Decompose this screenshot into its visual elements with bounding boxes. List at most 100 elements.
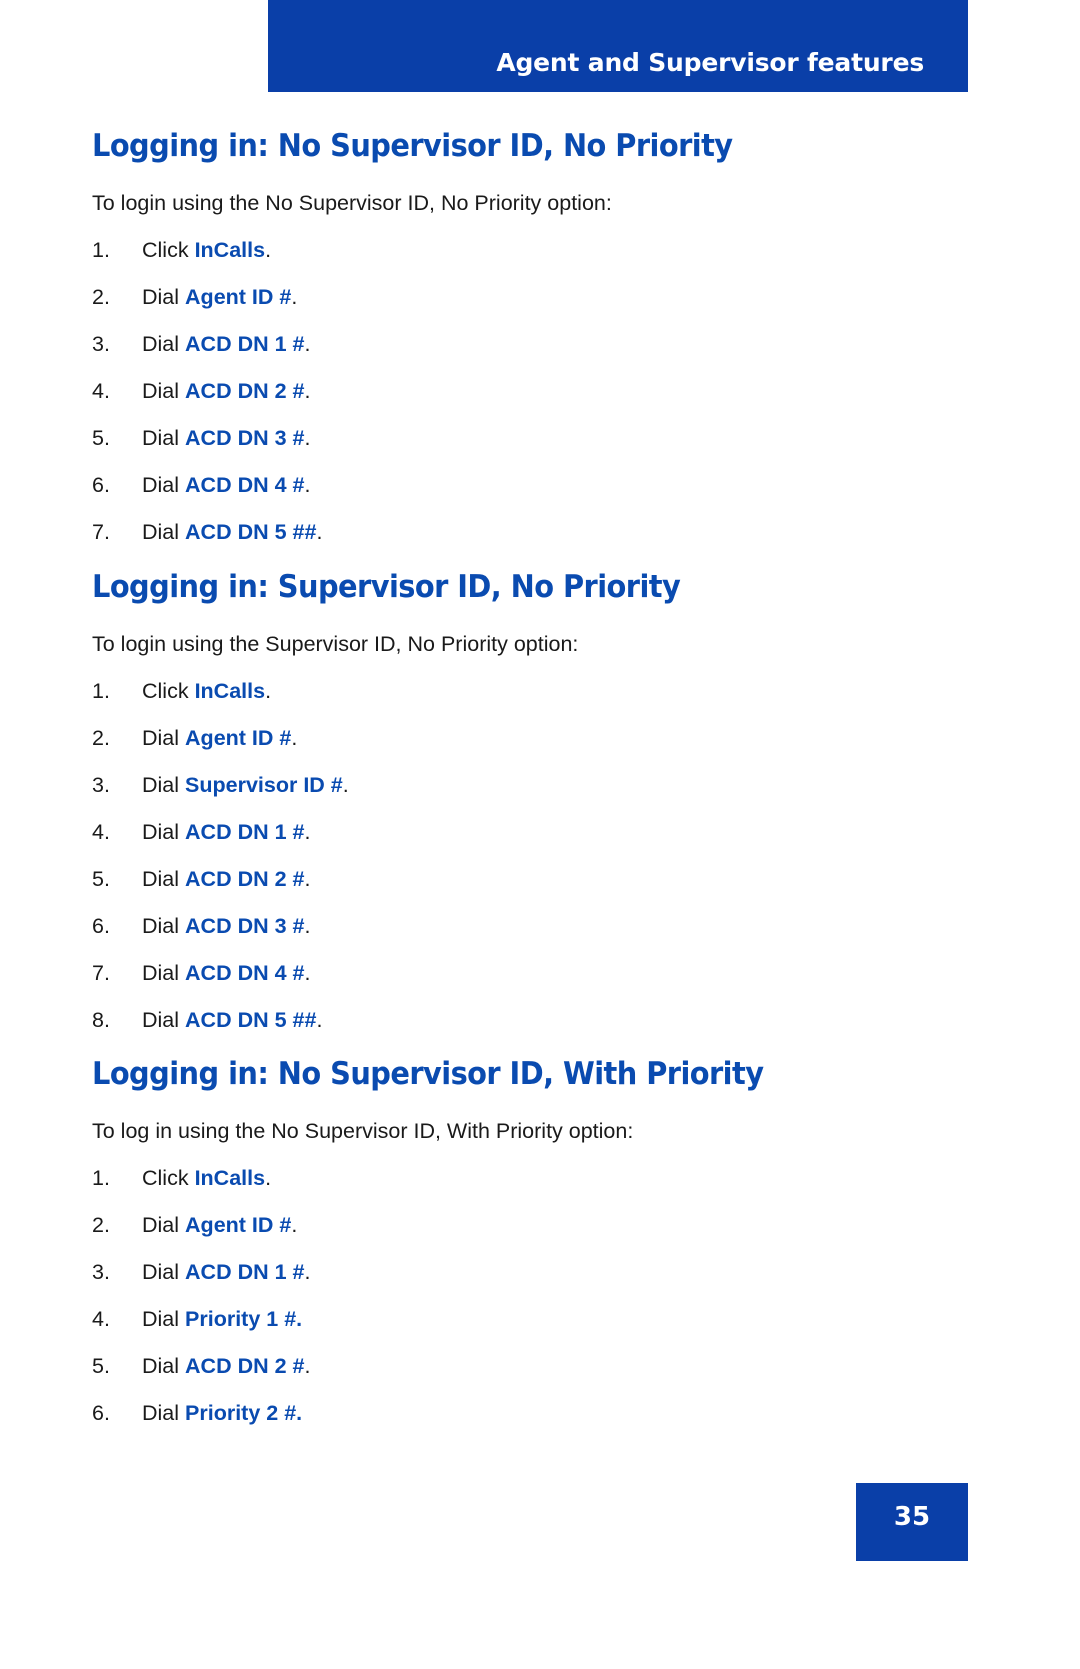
step-key-term: InCalls	[194, 1166, 266, 1190]
step-action-verb: Click	[142, 238, 189, 262]
step-number: 5.	[92, 1354, 110, 1378]
section-heading: Logging in: No Supervisor ID, No Priorit…	[92, 128, 733, 164]
section-supervisor-no-priority: Logging in: Supervisor ID, No Priority T…	[92, 569, 725, 1055]
step-action-verb: Click	[142, 679, 189, 703]
step-key-term: ACD DN 1 #	[185, 332, 305, 356]
step-action-verb: Dial	[142, 726, 180, 750]
footer-page-number-box: 35	[856, 1483, 968, 1561]
section-intro-paragraph: To login using the No Supervisor ID, No …	[92, 191, 612, 215]
step-period: .	[304, 473, 311, 497]
step-action-verb: Dial	[142, 1354, 180, 1378]
step-key-term: ACD DN 1 #	[185, 1260, 305, 1284]
step-period: .	[304, 332, 311, 356]
step-key-term: Agent ID #	[185, 285, 292, 309]
list-item: 7. Dial ACD DN 4 #.	[92, 961, 725, 986]
step-period: .	[265, 1166, 272, 1190]
step-period: .	[304, 1354, 311, 1378]
list-item: 3. Dial ACD DN 1 #.	[92, 332, 781, 357]
step-action-verb: Dial	[142, 1008, 180, 1032]
list-item: 1. Click InCalls.	[92, 679, 725, 704]
step-key-term: ACD DN 5 ##	[185, 1008, 317, 1032]
step-number: 6.	[92, 1401, 110, 1425]
step-period: .	[316, 1008, 323, 1032]
step-action-verb: Dial	[142, 520, 180, 544]
step-key-term: ACD DN 2 #	[185, 379, 305, 403]
step-action-verb: Dial	[142, 379, 180, 403]
section-heading: Logging in: No Supervisor ID, With Prior…	[92, 1056, 764, 1092]
list-item: 5. Dial ACD DN 2 #.	[92, 867, 725, 892]
step-action-verb: Dial	[142, 914, 180, 938]
step-period: .	[316, 520, 323, 544]
section-intro-paragraph: To log in using the No Supervisor ID, Wi…	[92, 1119, 634, 1143]
step-action-verb: Dial	[142, 867, 180, 891]
step-action-verb: Dial	[142, 773, 180, 797]
list-item: 1. Click InCalls.	[92, 1166, 814, 1191]
step-number: 8.	[92, 1008, 110, 1032]
list-item: 8. Dial ACD DN 5 ##.	[92, 1008, 725, 1033]
step-number: 4.	[92, 820, 110, 844]
list-item: 2. Dial Agent ID #.	[92, 285, 781, 310]
step-number: 5.	[92, 426, 110, 450]
step-period: .	[304, 867, 311, 891]
step-key-term: ACD DN 5 ##	[185, 520, 317, 544]
step-number: 5.	[92, 867, 110, 891]
step-number: 1.	[92, 679, 110, 703]
step-action-verb: Dial	[142, 1213, 180, 1237]
step-number: 2.	[92, 1213, 110, 1237]
step-key-term: Agent ID #	[185, 1213, 292, 1237]
step-action-verb: Dial	[142, 1260, 180, 1284]
step-period: .	[304, 820, 311, 844]
step-key-term: InCalls	[194, 238, 266, 262]
step-action-verb: Dial	[142, 285, 180, 309]
step-key-term: Agent ID #	[185, 726, 292, 750]
step-key-term: ACD DN 3 #	[185, 914, 305, 938]
step-key-term: ACD DN 4 #	[185, 473, 305, 497]
page-header-banner: Agent and Supervisor features	[268, 0, 968, 92]
step-period: .	[304, 379, 311, 403]
step-key-term: ACD DN 1 #	[185, 820, 305, 844]
list-item: 4. Dial ACD DN 1 #.	[92, 820, 725, 845]
step-number: 6.	[92, 914, 110, 938]
step-key-term: ACD DN 4 #	[185, 961, 305, 985]
step-number: 6.	[92, 473, 110, 497]
list-item: 6. Dial ACD DN 4 #.	[92, 473, 781, 498]
step-list: 1. Click InCalls. 2. Dial Agent ID #. 3. Dial…	[92, 679, 725, 1033]
step-period: .	[304, 426, 311, 450]
list-item: 3. Dial Supervisor ID #.	[92, 773, 725, 798]
list-item: 5. Dial ACD DN 2 #.	[92, 1354, 814, 1379]
list-item: 5. Dial ACD DN 3 #.	[92, 426, 781, 451]
step-number: 1.	[92, 1166, 110, 1190]
section-intro-paragraph: To login using the Supervisor ID, No Pri…	[92, 632, 579, 656]
step-period: .	[304, 1260, 311, 1284]
step-action-verb: Dial	[142, 961, 180, 985]
list-item: 1. Click InCalls.	[92, 238, 781, 263]
step-key-term: ACD DN 2 #	[185, 1354, 305, 1378]
step-number: 7.	[92, 961, 110, 985]
list-item: 3. Dial ACD DN 1 #.	[92, 1260, 814, 1285]
step-period: .	[342, 773, 349, 797]
step-action-verb: Dial	[142, 1307, 180, 1331]
step-key-term: Priority 2 #.	[185, 1401, 303, 1425]
step-action-verb: Dial	[142, 426, 180, 450]
step-period: .	[291, 285, 298, 309]
step-period: .	[265, 238, 272, 262]
step-period: .	[304, 961, 311, 985]
section-no-supervisor-with-priority: Logging in: No Supervisor ID, With Prior…	[92, 1056, 814, 1448]
step-number: 7.	[92, 520, 110, 544]
step-action-verb: Dial	[142, 820, 180, 844]
step-number: 2.	[92, 726, 110, 750]
list-item: 2. Dial Agent ID #.	[92, 726, 725, 751]
list-item: 4. Dial Priority 1 #.	[92, 1307, 814, 1332]
step-key-term: Supervisor ID #	[185, 773, 343, 797]
step-period: .	[291, 726, 298, 750]
list-item: 7. Dial ACD DN 5 ##.	[92, 520, 781, 545]
step-number: 3.	[92, 332, 110, 356]
header-chapter-title: Agent and Supervisor features	[496, 48, 924, 77]
step-key-term: Priority 1 #.	[185, 1307, 303, 1331]
list-item: 6. Dial Priority 2 #.	[92, 1401, 814, 1426]
step-number: 3.	[92, 1260, 110, 1284]
step-key-term: InCalls	[194, 679, 266, 703]
step-period: .	[304, 914, 311, 938]
page-number: 35	[893, 1502, 931, 1532]
list-item: 6. Dial ACD DN 3 #.	[92, 914, 725, 939]
